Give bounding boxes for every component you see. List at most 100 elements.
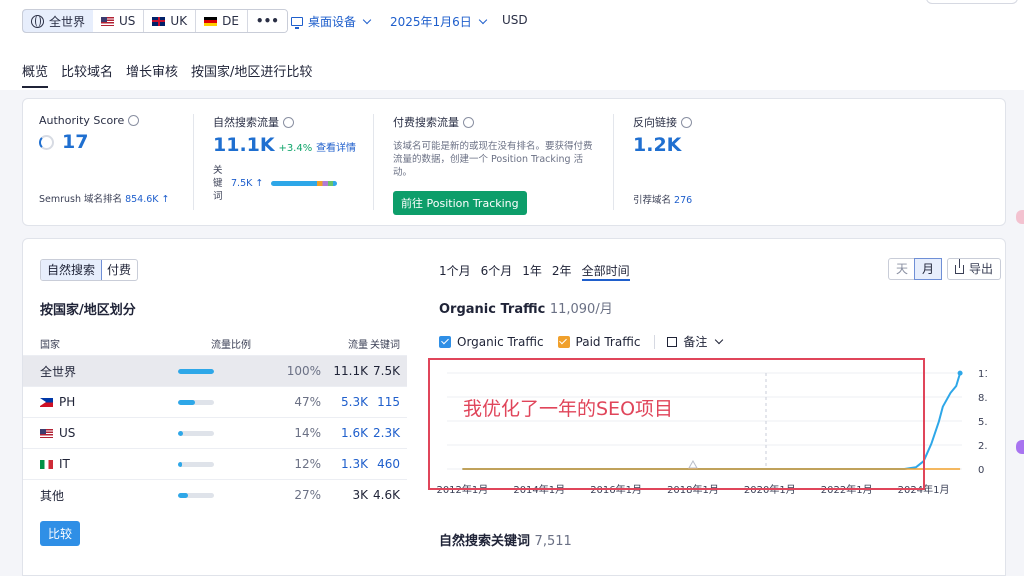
paid-traffic-note: 该域名可能是新的或现在没有排名。要获得付费流量的数据，创建一个 Position… [393, 141, 593, 178]
chart-title: Organic Traffic 11,090/月 [439, 302, 613, 317]
organic-traffic-value[interactable]: 11.1K [213, 134, 275, 156]
toggle-organic[interactable]: 自然搜索 [41, 260, 103, 280]
info-icon[interactable] [681, 116, 692, 128]
device-filter[interactable]: 桌面设备 [291, 13, 372, 30]
chart-legend: Organic Traffic Paid Traffic 备注 [439, 333, 724, 350]
db-tab-de[interactable]: DE [196, 10, 248, 32]
period-1-month[interactable]: 1个月 [439, 262, 471, 281]
backlinks-value[interactable]: 1.2K [633, 134, 692, 156]
granularity-toggle: 天 月 [888, 258, 943, 280]
traffic-value: 11.1K [333, 364, 368, 378]
granularity-month[interactable]: 月 [914, 258, 943, 280]
toggle-paid[interactable]: 付费 [101, 260, 137, 280]
traffic-type-toggle: 自然搜索 付费 [40, 259, 139, 281]
period-selector: 1个月 6个月 1年 2年 全部时间 [439, 262, 630, 281]
country-name[interactable]: US [59, 426, 75, 440]
backlinks-metric: 反向链接 1.2K 引荐域名 276 [633, 116, 693, 206]
traffic-share-fill [178, 368, 214, 374]
chevron-down-icon [362, 15, 372, 24]
organic-keywords-count: 7,511 [534, 534, 572, 549]
traffic-percent: 47% [294, 395, 321, 409]
traffic-value[interactable]: 5.3K [321, 395, 368, 409]
traffic-share-bar [178, 492, 214, 498]
top-bar: 全世界 US UK DE ••• 桌面设备 2025年1月6日 USD 概览 比… [0, 0, 1024, 90]
keywords-value[interactable]: 115 [368, 395, 400, 409]
notes-dropdown[interactable]: 备注 [683, 333, 707, 350]
tab-compare-by-country[interactable]: 按国家/地区进行比较 [191, 61, 312, 88]
organic-traffic-chart: 11.1K8.3K5.5K2.8K02012年1月2014年1月2016年1月2… [428, 358, 987, 496]
keywords-value: 7.5K [373, 364, 400, 378]
summary-card: Authority Score 17 Semrush 域名排名 854.6K ↑… [22, 98, 1006, 226]
granularity-day[interactable]: 天 [889, 259, 915, 279]
table-row[interactable]: 全世界 100% 11.1K 7.5K [23, 355, 407, 386]
db-tab-us[interactable]: US [93, 10, 145, 32]
period-all-time[interactable]: 全部时间 [581, 262, 630, 281]
authority-score-value[interactable]: 17 [62, 131, 88, 153]
traffic-percent: 27% [294, 488, 321, 502]
chevron-down-icon [478, 15, 488, 24]
table-header: 国家 流量比例 流量 关键词 [40, 339, 400, 351]
referring-domains-value[interactable]: 276 [674, 195, 692, 206]
us-flag-icon [101, 16, 115, 26]
country-name: 全世界 [40, 364, 77, 379]
y-tick-label: 8.3K [978, 393, 987, 404]
traffic-percent: 14% [294, 426, 321, 440]
chart-subtitle: 11,090/月 [549, 302, 613, 317]
traffic-value[interactable]: 1.6K [321, 426, 368, 440]
currency-label: USD [502, 13, 528, 27]
database-selector: 全世界 US UK DE ••• [22, 9, 288, 33]
tab-compare-domains[interactable]: 比较域名 [61, 61, 113, 88]
traffic-panel: 自然搜索 付费 按国家/地区划分 国家 流量比例 流量 关键词 全世界 100%… [22, 238, 1006, 576]
more-databases-button[interactable]: ••• [247, 10, 287, 32]
country-name[interactable]: PH [59, 395, 75, 409]
organic-checkbox[interactable] [439, 335, 451, 348]
flag-us-icon [40, 428, 53, 438]
keywords-value: 4.6K [373, 488, 400, 502]
authority-score-metric: Authority Score 17 Semrush 域名排名 854.6K ↑ [39, 114, 170, 205]
info-icon[interactable] [283, 116, 294, 128]
position-tracking-button[interactable]: 前往 Position Tracking [393, 191, 527, 215]
flag-it-icon [40, 459, 53, 469]
organic-change: +3.4% [278, 143, 313, 154]
info-icon[interactable] [463, 116, 474, 128]
traffic-share-bar [178, 430, 214, 436]
tab-overview[interactable]: 概览 [22, 61, 49, 88]
export-button[interactable]: 导出 [947, 258, 1002, 280]
info-icon[interactable] [128, 115, 140, 126]
period-2-years[interactable]: 2年 [552, 262, 572, 281]
region-title: 按国家/地区划分 [40, 303, 136, 318]
organic-keywords-value[interactable]: 7.5K ↑ [231, 178, 263, 189]
compare-button[interactable]: 比较 [40, 521, 81, 546]
semrush-rank-value[interactable]: 854.6K ↑ [125, 194, 169, 205]
traffic-share-fill [178, 430, 184, 436]
traffic-percent: 100% [286, 364, 321, 378]
country-name[interactable]: 其他 [40, 487, 64, 504]
table-row[interactable]: 其他 27% 3K 4.6K [23, 479, 407, 510]
date-filter[interactable]: 2025年1月6日 [390, 13, 488, 30]
country-table: 国家 流量比例 流量 关键词 全世界 100% 11.1K 7.5K PH 47… [23, 331, 407, 510]
organic-traffic-metric: 自然搜索流量 11.1K +3.4% 查看详情 关键词 7.5K ↑ [213, 116, 357, 202]
tab-growth-report[interactable]: 增长审核 [126, 61, 178, 88]
top-right-button[interactable] [926, 0, 1018, 4]
traffic-share-fill [178, 399, 195, 405]
paid-checkbox[interactable] [557, 335, 570, 348]
db-tab-uk[interactable]: UK [144, 10, 197, 32]
table-row[interactable]: IT 12% 1.3K 460 [23, 448, 407, 479]
db-tab-worldwide[interactable]: 全世界 [22, 10, 95, 32]
table-row[interactable]: US 14% 1.6K 2.3K [23, 417, 407, 448]
table-row[interactable]: PH 47% 5.3K 115 [23, 386, 407, 417]
keywords-value[interactable]: 460 [368, 457, 400, 471]
traffic-value[interactable]: 1.3K [321, 457, 368, 471]
traffic-percent: 12% [294, 457, 321, 471]
keywords-value[interactable]: 2.3K [368, 426, 400, 440]
edge-widget [1016, 210, 1024, 224]
period-6-months[interactable]: 6个月 [481, 262, 513, 281]
y-tick-label: 5.5K [978, 417, 987, 428]
country-name[interactable]: IT [59, 457, 70, 471]
report-tabs: 概览 比较域名 增长审核 按国家/地区进行比较 [22, 61, 312, 88]
period-1-year[interactable]: 1年 [522, 262, 542, 281]
traffic-share-bar [178, 399, 214, 405]
view-details-link[interactable]: 查看详情 [316, 143, 356, 154]
organic-keywords-title: 自然搜索关键词 7,511 [439, 534, 572, 549]
y-tick-label: 11.1K [978, 369, 987, 380]
